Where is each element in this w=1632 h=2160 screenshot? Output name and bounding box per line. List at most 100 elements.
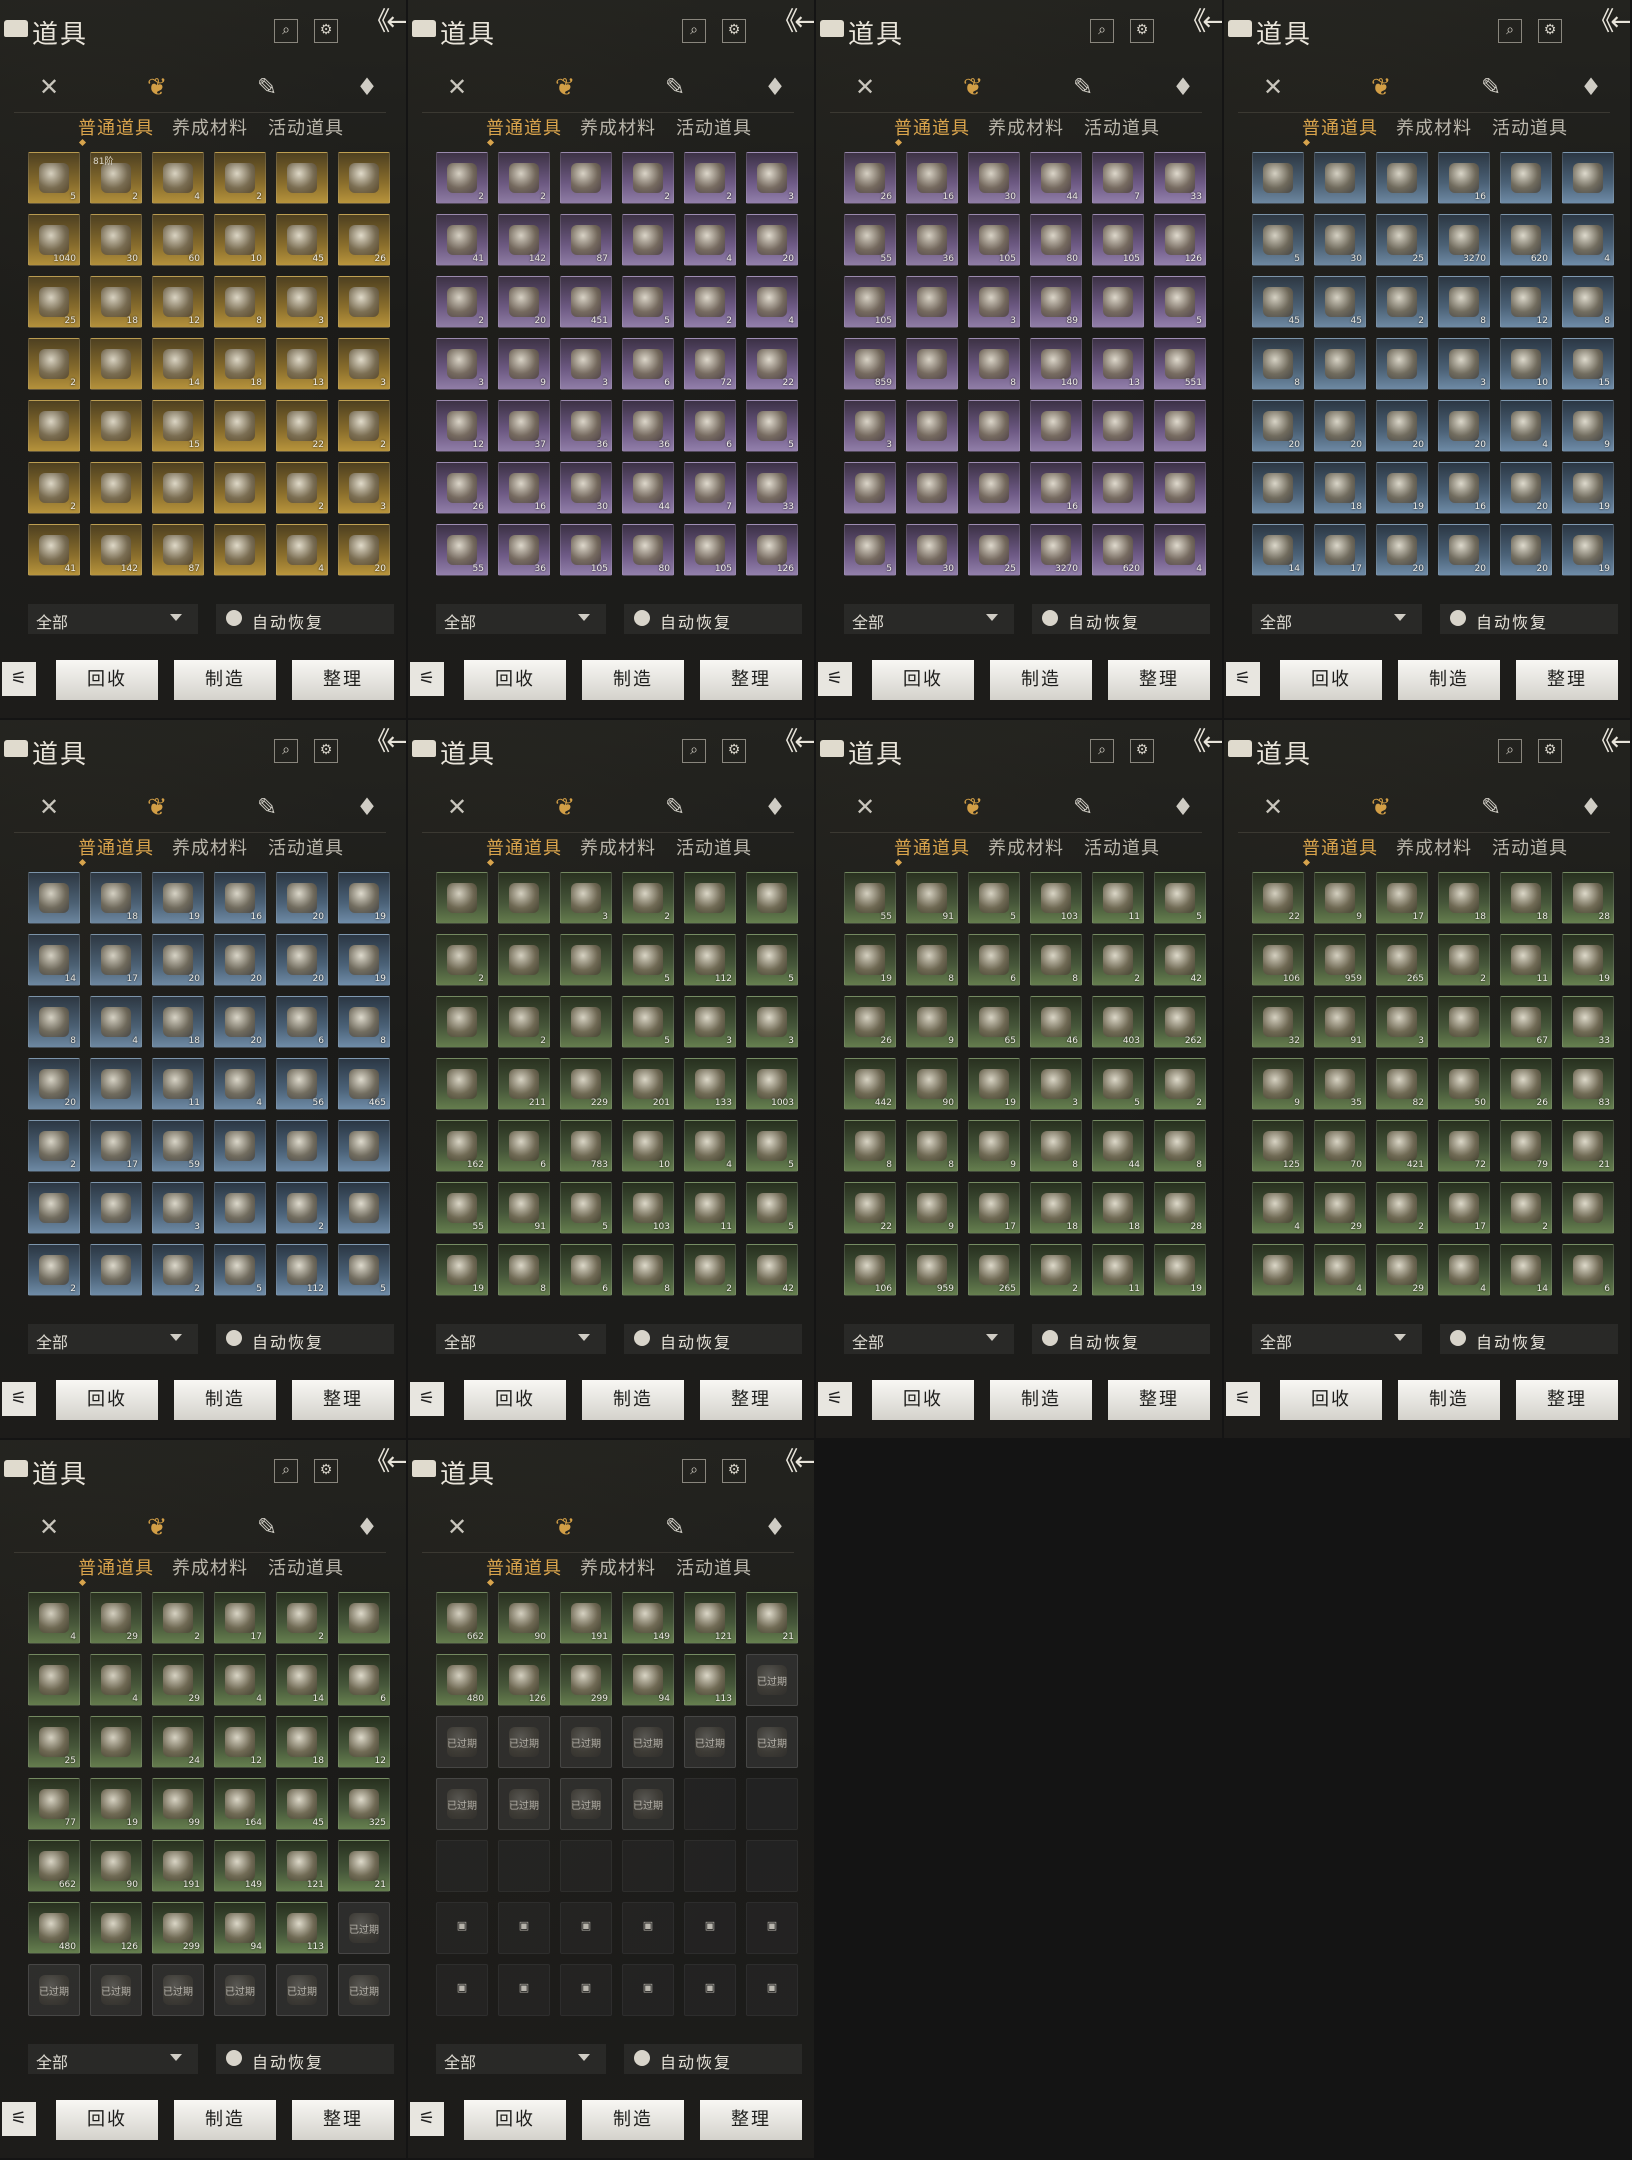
item-slot[interactable]: 9 xyxy=(1314,872,1366,924)
tab-growth-materials[interactable]: 养成材料 xyxy=(172,1554,248,1580)
item-slot[interactable] xyxy=(1376,338,1428,390)
item-slot[interactable]: 3 xyxy=(338,338,390,390)
item-slot[interactable] xyxy=(214,1182,266,1234)
tab-growth-materials[interactable]: 养成材料 xyxy=(172,114,248,140)
recycle-button[interactable]: 回收 xyxy=(872,1380,974,1420)
scroll-category-icon[interactable]: ✎ xyxy=(658,790,692,824)
item-slot[interactable]: 25 xyxy=(28,1716,80,1768)
item-slot[interactable] xyxy=(214,462,266,514)
item-slot[interactable]: 5 xyxy=(28,152,80,204)
collapse-arrow-icon[interactable]: 《← xyxy=(772,8,814,36)
item-slot[interactable]: 20 xyxy=(152,934,204,986)
recycle-button[interactable]: 回收 xyxy=(872,660,974,700)
item-slot[interactable] xyxy=(968,400,1020,452)
item-slot[interactable]: 3 xyxy=(1376,996,1428,1048)
filter-dropdown[interactable]: 全部 xyxy=(844,604,1014,634)
item-slot[interactable] xyxy=(1562,1182,1614,1234)
tab-event-items[interactable]: 活动道具 xyxy=(268,1554,344,1580)
collapse-arrow-icon[interactable]: 《← xyxy=(1588,8,1630,36)
recycle-button[interactable]: 回收 xyxy=(464,2100,566,2140)
item-slot[interactable] xyxy=(746,872,798,924)
tab-normal-items[interactable]: 普通道具 xyxy=(486,1554,562,1580)
item-slot[interactable]: 17 xyxy=(1376,872,1428,924)
item-slot[interactable]: 3 xyxy=(338,462,390,514)
item-slot[interactable] xyxy=(90,338,142,390)
filter-dropdown[interactable]: 全部 xyxy=(436,2044,606,2074)
item-slot[interactable]: 33 xyxy=(1562,996,1614,1048)
weapons-category-icon[interactable]: ✕ xyxy=(32,70,66,104)
item-slot[interactable]: 2 xyxy=(28,338,80,390)
badge-category-icon[interactable]: ♦ xyxy=(758,790,792,824)
item-slot[interactable]: 5 xyxy=(622,996,674,1048)
item-slot[interactable]: 113 xyxy=(684,1654,736,1706)
item-slot[interactable]: 18 xyxy=(1030,1182,1082,1234)
item-slot[interactable] xyxy=(844,462,896,514)
weapons-category-icon[interactable]: ✕ xyxy=(32,1510,66,1544)
item-slot[interactable]: 620 xyxy=(1092,524,1144,576)
item-slot[interactable] xyxy=(214,1120,266,1172)
item-slot[interactable]: 12 xyxy=(436,400,488,452)
item-slot[interactable]: 60 xyxy=(152,214,204,266)
tab-growth-materials[interactable]: 养成材料 xyxy=(580,114,656,140)
item-slot[interactable]: 4 xyxy=(1154,524,1206,576)
item-slot[interactable]: 442 xyxy=(844,1058,896,1110)
item-slot[interactable]: 33 xyxy=(746,462,798,514)
item-slot[interactable] xyxy=(28,872,80,924)
item-slot[interactable]: 13 xyxy=(276,338,328,390)
expired-item-slot[interactable]: 已过期 xyxy=(276,1964,328,2016)
item-slot[interactable]: 3 xyxy=(684,996,736,1048)
item-slot[interactable]: 18 xyxy=(1438,872,1490,924)
item-slot[interactable]: 18 xyxy=(276,1716,328,1768)
item-slot[interactable] xyxy=(1154,462,1206,514)
item-slot[interactable]: 2 xyxy=(28,1120,80,1172)
item-slot[interactable]: 91 xyxy=(1314,996,1366,1048)
item-slot[interactable]: 17 xyxy=(90,1120,142,1172)
item-slot[interactable]: 126 xyxy=(90,1902,142,1954)
craft-button[interactable]: 制造 xyxy=(174,1380,276,1420)
item-slot[interactable]: 3 xyxy=(276,276,328,328)
craft-button[interactable]: 制造 xyxy=(990,660,1092,700)
item-slot[interactable]: 21 xyxy=(746,1592,798,1644)
items-category-icon[interactable]: ❦ xyxy=(140,70,174,104)
item-slot[interactable]: 22 xyxy=(276,400,328,452)
item-slot[interactable]: 959 xyxy=(1314,934,1366,986)
item-slot[interactable]: 37 xyxy=(498,400,550,452)
item-slot[interactable]: 20 xyxy=(1500,524,1552,576)
item-slot[interactable] xyxy=(906,462,958,514)
tab-event-items[interactable]: 活动道具 xyxy=(1492,834,1568,860)
item-slot[interactable]: 22 xyxy=(844,1182,896,1234)
tab-event-items[interactable]: 活动道具 xyxy=(1084,834,1160,860)
filter-sort-icon[interactable]: ⚟ xyxy=(1226,1382,1260,1416)
filter-dropdown[interactable]: 全部 xyxy=(28,604,198,634)
collapse-arrow-icon[interactable]: 《← xyxy=(1180,728,1222,756)
item-slot[interactable]: 10 xyxy=(1500,338,1552,390)
item-slot[interactable]: 2 xyxy=(1030,1244,1082,1296)
item-slot[interactable]: 620 xyxy=(1500,214,1552,266)
item-slot[interactable] xyxy=(1252,152,1304,204)
item-slot[interactable]: 18 xyxy=(152,996,204,1048)
item-slot[interactable]: 191 xyxy=(152,1840,204,1892)
item-slot[interactable]: 5 xyxy=(622,934,674,986)
item-slot[interactable]: 265 xyxy=(968,1244,1020,1296)
item-slot[interactable]: 2 xyxy=(1376,1182,1428,1234)
item-slot[interactable]: 12 xyxy=(152,276,204,328)
item-slot[interactable]: 26 xyxy=(338,214,390,266)
items-category-icon[interactable]: ❦ xyxy=(140,790,174,824)
item-slot[interactable]: 2 xyxy=(152,1244,204,1296)
item-slot[interactable]: 30 xyxy=(968,152,1020,204)
tab-growth-materials[interactable]: 养成材料 xyxy=(1396,114,1472,140)
item-slot[interactable]: 18 xyxy=(1500,872,1552,924)
item-slot[interactable]: 16 xyxy=(214,872,266,924)
item-slot[interactable]: 82 xyxy=(1376,1058,1428,1110)
sort-button[interactable]: 整理 xyxy=(700,660,802,700)
item-slot[interactable] xyxy=(1314,152,1366,204)
item-slot[interactable]: 50 xyxy=(1438,1058,1490,1110)
tab-event-items[interactable]: 活动道具 xyxy=(676,114,752,140)
filter-dropdown[interactable]: 全部 xyxy=(844,1324,1014,1354)
item-slot[interactable]: 87 xyxy=(560,214,612,266)
craft-button[interactable]: 制造 xyxy=(174,660,276,700)
item-slot[interactable]: 13 xyxy=(1092,338,1144,390)
item-slot[interactable]: 87 xyxy=(152,524,204,576)
item-slot[interactable]: 16 xyxy=(906,152,958,204)
expired-item-slot[interactable]: 已过期 xyxy=(560,1778,612,1830)
